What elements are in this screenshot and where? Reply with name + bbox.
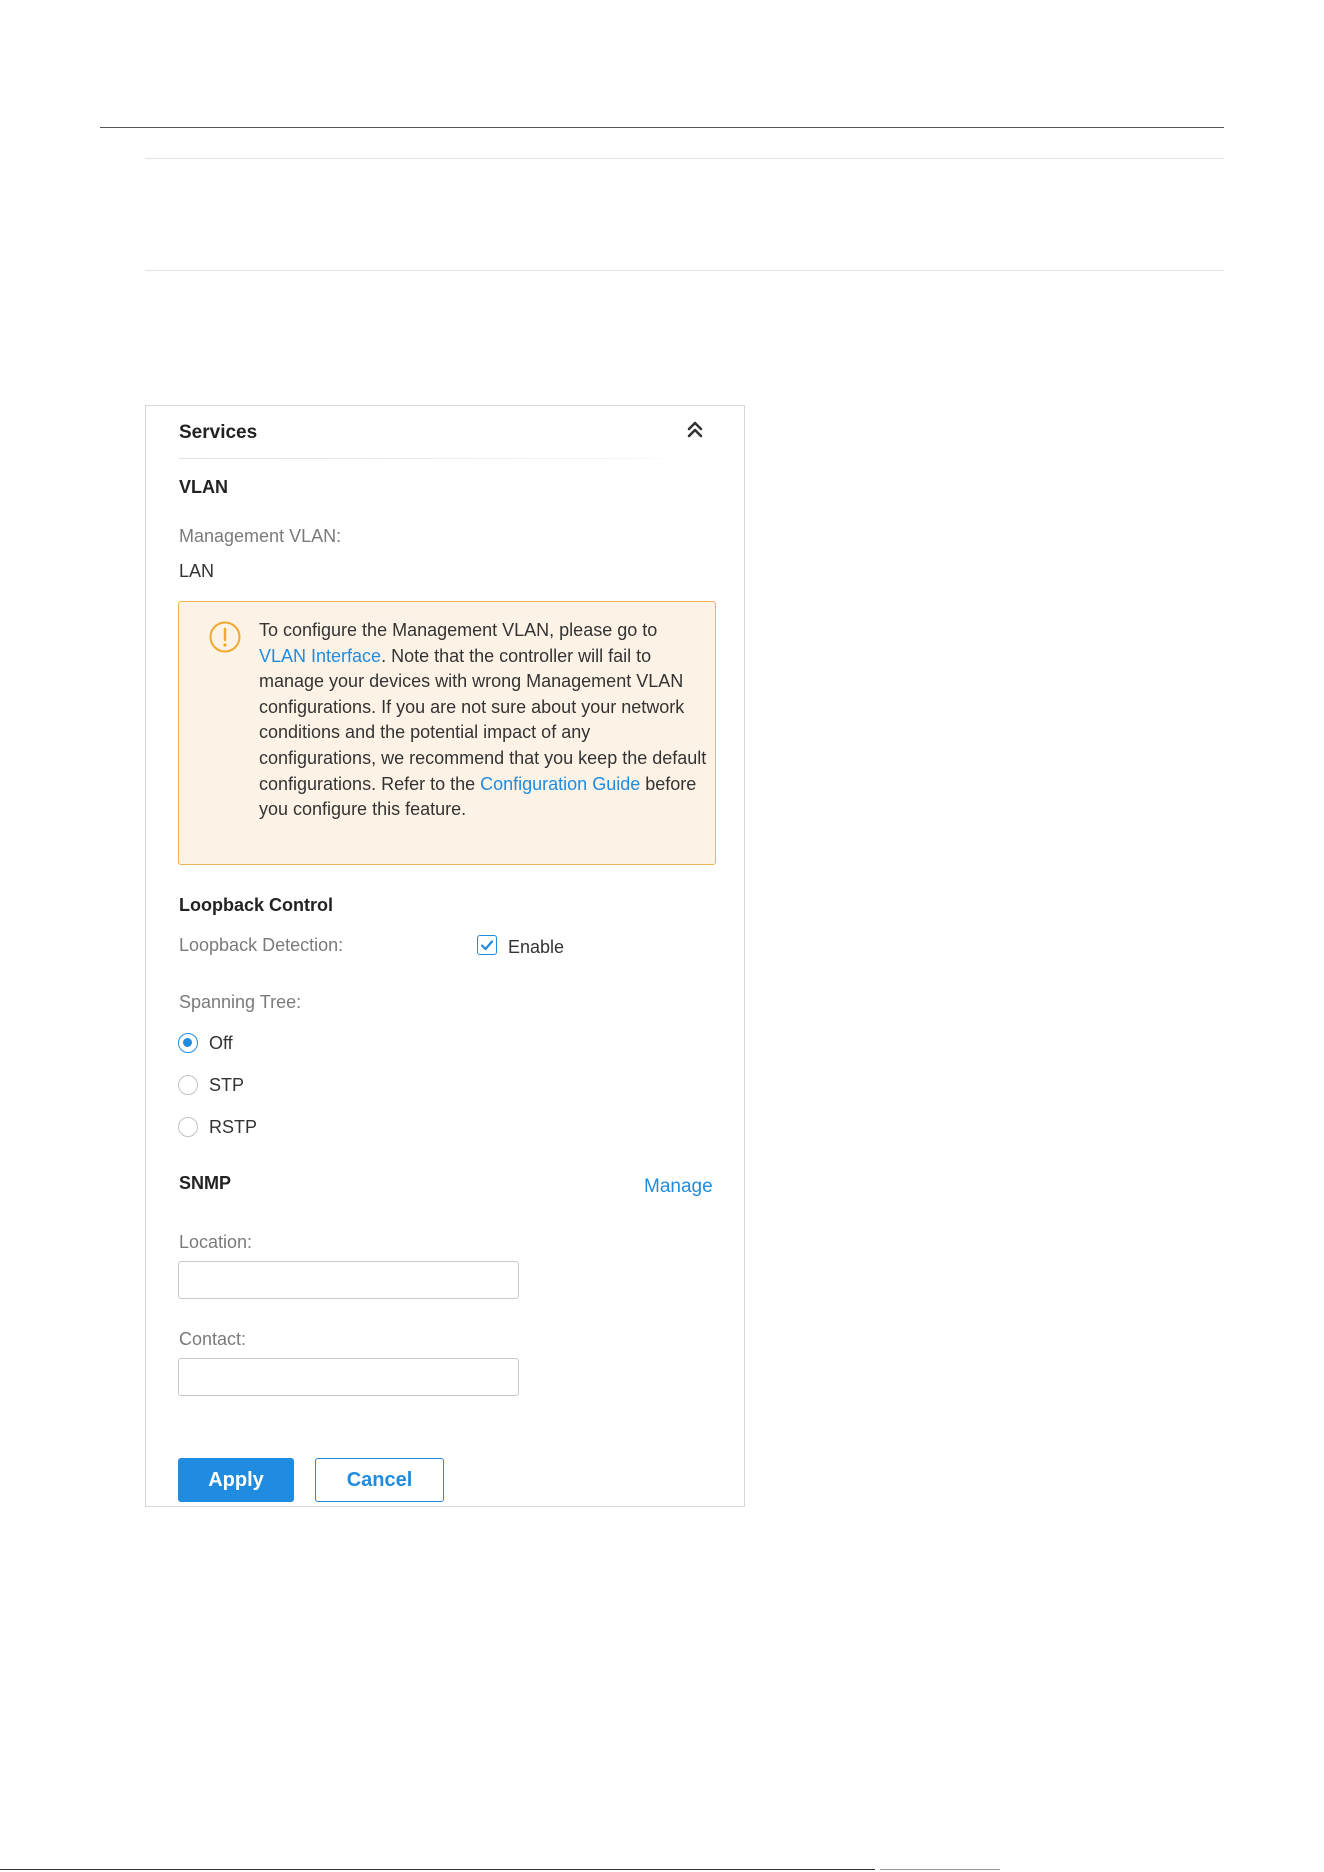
warning-text-part: To configure the Management VLAN, please… [259, 620, 658, 640]
vlan-interface-link[interactable]: VLAN Interface [259, 646, 381, 666]
footer-rule [0, 1869, 875, 1870]
title-divider [179, 458, 676, 459]
warning-circle-icon [208, 620, 242, 654]
location-label: Location: [179, 1232, 253, 1252]
cancel-button[interactable]: Cancel [315, 1458, 444, 1502]
location-input[interactable] [178, 1261, 519, 1299]
radio-label-rstp[interactable]: RSTP [209, 1117, 257, 1138]
radio-label-off[interactable]: Off [209, 1033, 233, 1054]
loopback-detection-label: Loopback Detection: [179, 935, 344, 955]
configuration-guide-link[interactable]: Configuration Guide [480, 774, 640, 794]
contact-input[interactable] [178, 1358, 519, 1396]
loopback-enable-label[interactable]: Enable [508, 937, 564, 958]
divider-line [145, 158, 1224, 159]
double-chevron-up-icon[interactable] [684, 418, 706, 442]
snmp-heading: SNMP [179, 1173, 232, 1193]
radio-label-stp[interactable]: STP [209, 1075, 244, 1096]
panel-title: Services [179, 422, 258, 443]
warning-text-part: . Note that the controller will fail to … [259, 645, 707, 794]
snmp-manage-link[interactable]: Manage [644, 1176, 713, 1198]
apply-button[interactable]: Apply [178, 1458, 294, 1502]
management-vlan-label: Management VLAN: [179, 526, 342, 546]
spanning-tree-label: Spanning Tree: [179, 992, 302, 1012]
loopback-enable-checkbox[interactable] [477, 935, 497, 955]
header-rule [100, 127, 1224, 128]
services-panel: Services VLAN Management VLAN: LAN To co… [145, 405, 745, 1507]
management-vlan-value: LAN [179, 561, 215, 581]
radio-spanning-tree-off[interactable] [178, 1033, 198, 1053]
radio-spanning-tree-rstp[interactable] [178, 1117, 198, 1137]
warning-notice: To configure the Management VLAN, please… [178, 601, 716, 865]
loopback-control-heading: Loopback Control [179, 895, 333, 915]
vlan-heading: VLAN [179, 477, 228, 497]
footer-rule-tail [880, 1869, 1000, 1870]
checkmark-icon [480, 940, 494, 951]
warning-text: To configure the Management VLAN, please… [259, 618, 709, 823]
divider-line [145, 270, 1224, 271]
page: Services VLAN Management VLAN: LAN To co… [0, 0, 1324, 1872]
contact-label: Contact: [179, 1329, 247, 1349]
radio-spanning-tree-stp[interactable] [178, 1075, 198, 1095]
